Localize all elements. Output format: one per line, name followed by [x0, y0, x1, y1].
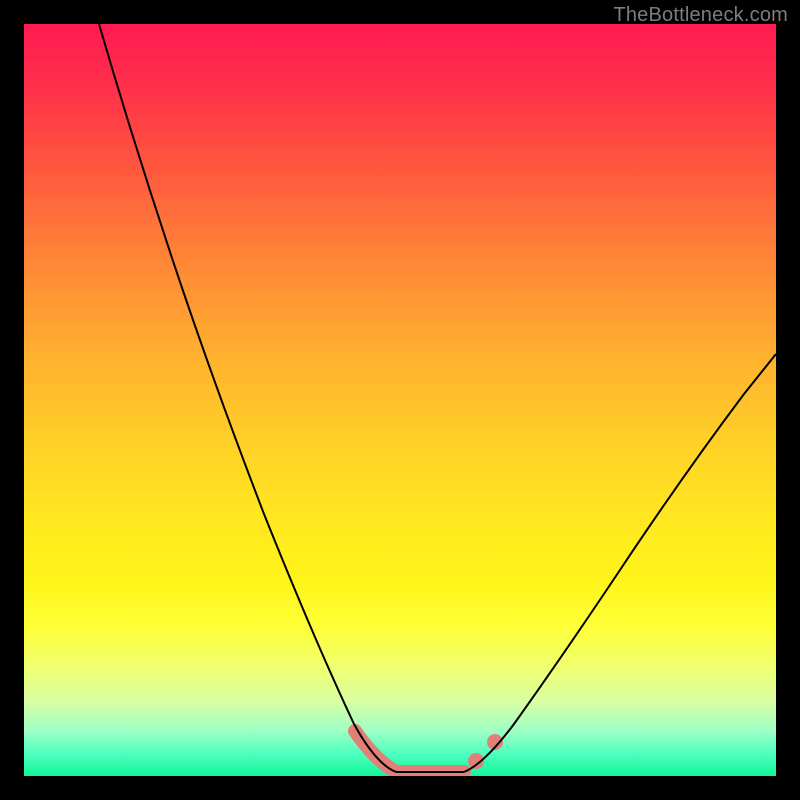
left-curve	[99, 24, 396, 772]
curve-layer	[24, 24, 776, 776]
watermark-text: TheBottleneck.com	[613, 4, 788, 27]
right-curve	[464, 354, 776, 772]
plot-area	[24, 24, 776, 776]
chart-frame: TheBottleneck.com	[0, 0, 800, 800]
